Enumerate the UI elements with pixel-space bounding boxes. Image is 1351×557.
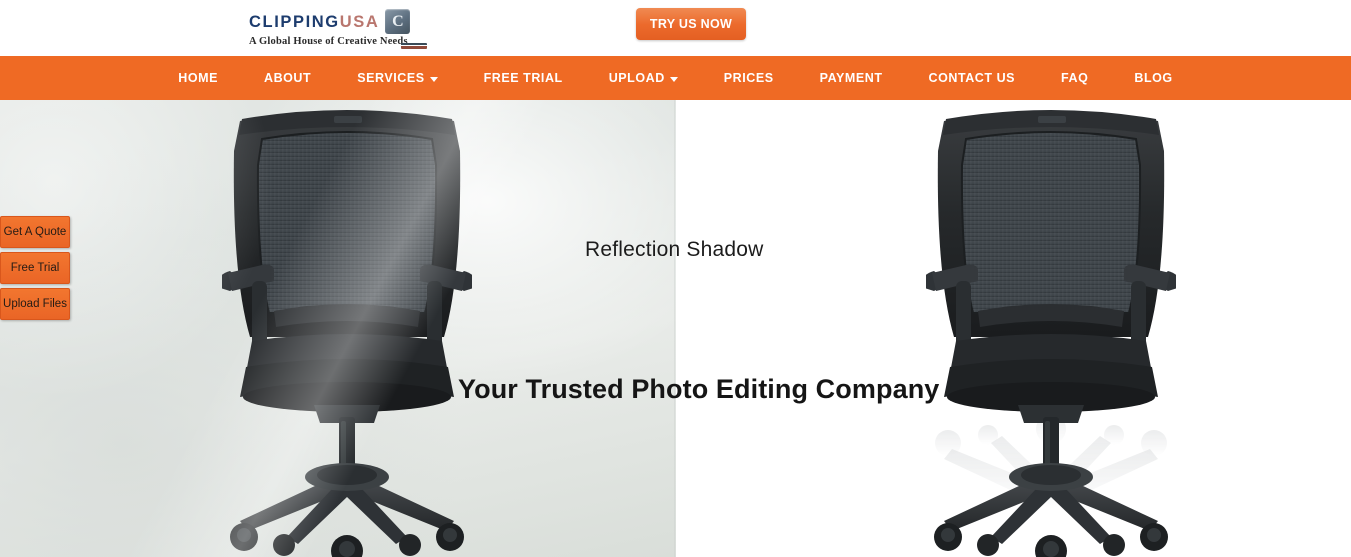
- nav-item-prices[interactable]: PRICES: [701, 56, 797, 100]
- chevron-down-icon: [669, 76, 678, 82]
- chair-image-after: [926, 105, 1176, 557]
- side-tab-upload-files[interactable]: Upload Files: [0, 288, 70, 320]
- nav-label: ABOUT: [264, 71, 312, 85]
- top-bar: CLIPPINGUSA C A Global House of Creative…: [0, 0, 1351, 56]
- hero-before-after-showcase: Get A Quote Free Trial Upload Files Refl…: [0, 100, 1351, 557]
- before-after-divider[interactable]: [674, 100, 676, 557]
- page-root: CLIPPINGUSA C A Global House of Creative…: [0, 0, 1351, 557]
- nav-item-payment[interactable]: PAYMENT: [797, 56, 906, 100]
- nav-item-home[interactable]: HOME: [155, 56, 241, 100]
- logo-wordmark: CLIPPINGUSA: [249, 13, 379, 31]
- nav-label: UPLOAD: [608, 71, 665, 85]
- nav-item-free-trial[interactable]: FREE TRIAL: [461, 56, 586, 100]
- service-label: Reflection Shadow: [585, 238, 764, 261]
- before-image-pane: [0, 100, 676, 557]
- logo-tagline: A Global House of Creative Needs: [249, 36, 408, 47]
- nav-item-upload[interactable]: UPLOAD: [586, 56, 701, 100]
- nav-label: SERVICES: [357, 71, 425, 85]
- logo-primary-text: CLIPPING: [249, 12, 340, 31]
- nav-item-contact-us[interactable]: CONTACT US: [906, 56, 1039, 100]
- nav-item-blog[interactable]: BLOG: [1111, 56, 1195, 100]
- side-tab-get-a-quote[interactable]: Get A Quote: [0, 216, 70, 248]
- nav-label: HOME: [178, 71, 218, 85]
- after-image-pane: [676, 100, 1351, 557]
- nav-item-services[interactable]: SERVICES: [334, 56, 460, 100]
- logo-wordmark-row: CLIPPINGUSA C: [249, 9, 411, 34]
- side-tab-free-trial[interactable]: Free Trial: [0, 252, 70, 284]
- nav-label: FAQ: [1061, 71, 1089, 85]
- chair-image-before: [222, 105, 472, 557]
- logo-accent-text: USA: [339, 12, 380, 31]
- logo-badge-icon: C: [385, 9, 411, 34]
- nav-label: PRICES: [723, 71, 774, 85]
- nav-list: HOME ABOUT SERVICES FREE TRIAL UPLOAD PR…: [155, 56, 1195, 100]
- nav-label: CONTACT US: [928, 71, 1016, 85]
- main-navigation: HOME ABOUT SERVICES FREE TRIAL UPLOAD PR…: [0, 56, 1351, 100]
- nav-label: BLOG: [1134, 71, 1173, 85]
- nav-label: PAYMENT: [819, 71, 883, 85]
- chevron-down-icon: [429, 76, 438, 82]
- nav-item-about[interactable]: ABOUT: [241, 56, 334, 100]
- floating-side-tabs: Get A Quote Free Trial Upload Files: [0, 216, 72, 324]
- try-us-now-button[interactable]: TRY US NOW: [636, 8, 746, 40]
- logo-underline-decoration: [401, 43, 427, 49]
- logo-badge-letter: C: [392, 12, 404, 30]
- nav-label: FREE TRIAL: [483, 71, 563, 85]
- site-logo[interactable]: CLIPPINGUSA C A Global House of Creative…: [249, 9, 427, 49]
- hero-headline: Your Trusted Photo Editing Company: [458, 374, 940, 404]
- nav-item-faq[interactable]: FAQ: [1038, 56, 1111, 100]
